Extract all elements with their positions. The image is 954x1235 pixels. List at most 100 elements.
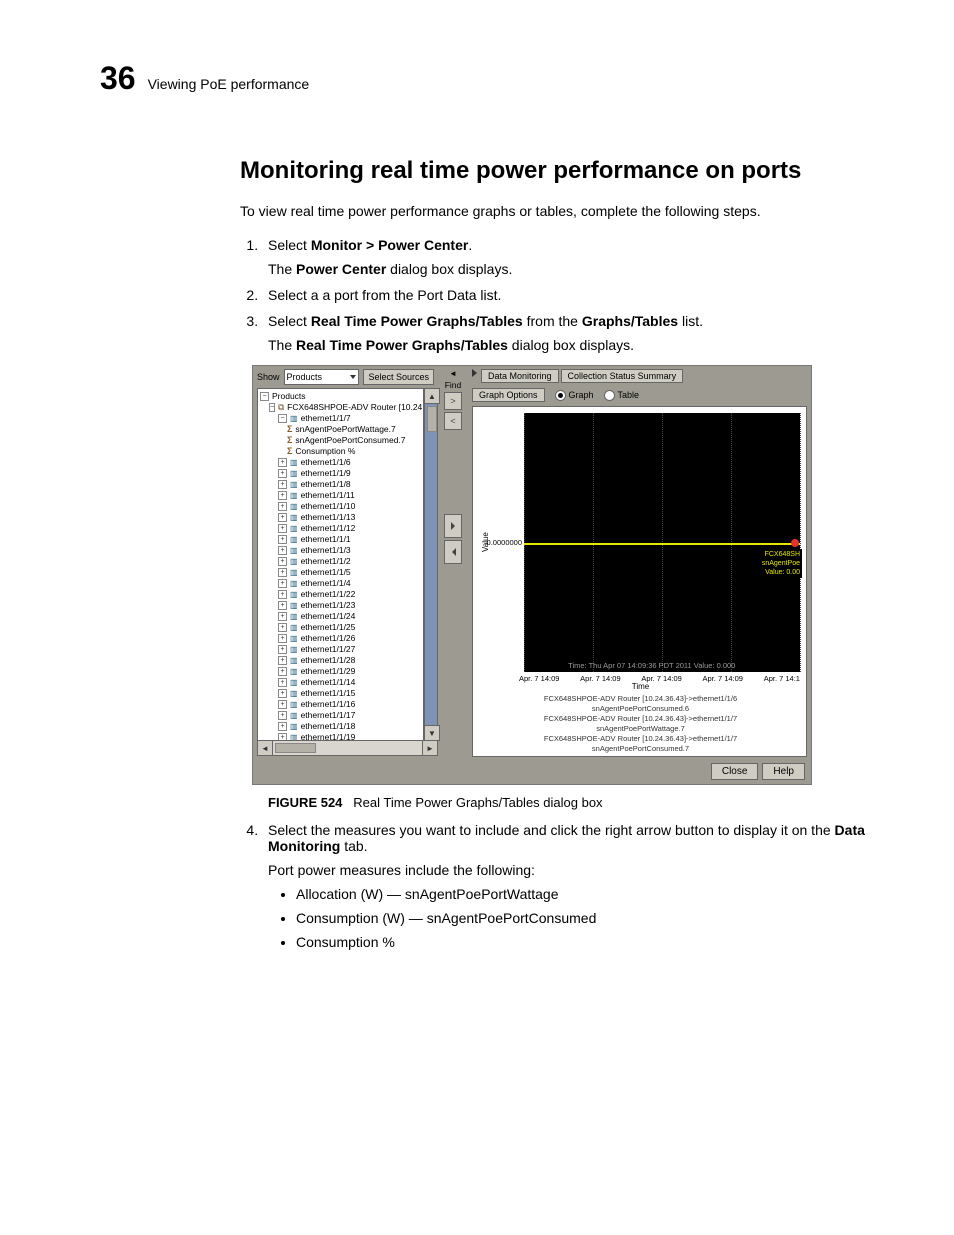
scroll-left-icon[interactable]: ◄	[257, 740, 273, 756]
expand-icon[interactable]	[472, 369, 477, 377]
tree-item[interactable]: ΣsnAgentPoePortWattage.7	[260, 424, 421, 435]
tree-item[interactable]: −Products	[260, 391, 421, 402]
tooltip-text: FCX648SH	[762, 550, 800, 559]
plus-icon[interactable]: +	[278, 678, 287, 687]
tree-item[interactable]: +▥ethernet1/1/24	[260, 611, 421, 622]
tree-item[interactable]: +▥ethernet1/1/15	[260, 688, 421, 699]
tree-item[interactable]: +▥ethernet1/1/26	[260, 633, 421, 644]
tree-item[interactable]: ΣsnAgentPoePortConsumed.7	[260, 435, 421, 446]
tree-item[interactable]: +▥ethernet1/1/6	[260, 457, 421, 468]
legend-item: FCX648SHPOE-ADV Router [10.24.36.43]->et…	[481, 694, 800, 704]
radio-graph[interactable]: Graph	[555, 390, 594, 401]
graph-options-button[interactable]: Graph Options	[472, 388, 545, 402]
tree-item[interactable]: +▥ethernet1/1/4	[260, 578, 421, 589]
tree-item[interactable]: +▥ethernet1/1/2	[260, 556, 421, 567]
port-icon: ▥	[290, 457, 298, 468]
port-icon: ▥	[290, 413, 298, 424]
chart-tooltip: FCX648SH snAgentPoe Value: 0.00	[760, 549, 802, 578]
plus-icon[interactable]: +	[278, 667, 287, 676]
step-text: dialog box displays.	[508, 337, 634, 353]
tree-item[interactable]: +▥ethernet1/1/10	[260, 501, 421, 512]
tree-item[interactable]: +▥ethernet1/1/13	[260, 512, 421, 523]
tree-item[interactable]: +▥ethernet1/1/28	[260, 655, 421, 666]
move-right-button[interactable]	[444, 514, 462, 538]
tree-item[interactable]: +▥ethernet1/1/25	[260, 622, 421, 633]
plus-icon[interactable]: +	[278, 579, 287, 588]
port-icon: ▥	[290, 567, 298, 578]
chart-plot[interactable]: FCX648SH snAgentPoe Value: 0.00 Time: Th…	[524, 413, 800, 672]
plus-icon[interactable]: +	[278, 524, 287, 533]
step-text: from the	[523, 313, 582, 329]
tab-collection-status[interactable]: Collection Status Summary	[561, 369, 684, 383]
plus-icon[interactable]: +	[278, 711, 287, 720]
tree-item[interactable]: +▥ethernet1/1/22	[260, 589, 421, 600]
plus-icon[interactable]: +	[278, 656, 287, 665]
tree-item[interactable]: +▥ethernet1/1/8	[260, 479, 421, 490]
tree-item[interactable]: −⧉FCX648SHPOE-ADV Router [10.24.36.4	[260, 402, 421, 413]
list-item: Allocation (W) — snAgentPoePortWattage	[296, 886, 874, 902]
tree-item[interactable]: +▥ethernet1/1/1	[260, 534, 421, 545]
plus-icon[interactable]: +	[278, 546, 287, 555]
port-icon: ▥	[290, 468, 298, 479]
help-button[interactable]: Help	[762, 763, 805, 780]
plus-icon[interactable]: +	[278, 513, 287, 522]
products-tree[interactable]: −Products−⧉FCX648SHPOE-ADV Router [10.24…	[257, 388, 424, 741]
plus-icon[interactable]: +	[278, 612, 287, 621]
tree-item[interactable]: +▥ethernet1/1/9	[260, 468, 421, 479]
plus-icon[interactable]: +	[278, 458, 287, 467]
minus-icon[interactable]: −	[278, 414, 287, 423]
plus-icon[interactable]: +	[278, 480, 287, 489]
find-prev-button[interactable]: <	[444, 412, 462, 430]
plus-icon[interactable]: +	[278, 557, 287, 566]
plus-icon[interactable]: +	[278, 502, 287, 511]
scroll-right-icon[interactable]: ►	[422, 740, 438, 756]
chart-area: Value 0.0000000	[472, 406, 807, 757]
plus-icon[interactable]: +	[278, 535, 287, 544]
tree-item[interactable]: +▥ethernet1/1/12	[260, 523, 421, 534]
move-left-button[interactable]	[444, 540, 462, 564]
plus-icon[interactable]: +	[278, 590, 287, 599]
step-bold: Graphs/Tables	[582, 313, 678, 329]
tree-item[interactable]: +▥ethernet1/1/16	[260, 699, 421, 710]
plus-icon[interactable]: +	[278, 689, 287, 698]
plus-icon[interactable]: +	[278, 469, 287, 478]
dialog-window: Show Products Select Sources −Products−⧉…	[252, 365, 812, 785]
step-2: Select a a port from the Port Data list.	[262, 287, 874, 303]
plus-icon[interactable]: +	[278, 700, 287, 709]
tree-item[interactable]: +▥ethernet1/1/18	[260, 721, 421, 732]
tree-item[interactable]: −▥ethernet1/1/7	[260, 413, 421, 424]
tree-item[interactable]: +▥ethernet1/1/3	[260, 545, 421, 556]
combo-text: Products	[287, 372, 323, 382]
plus-icon[interactable]: +	[278, 568, 287, 577]
tab-data-monitoring[interactable]: Data Monitoring	[481, 369, 559, 383]
tree-item[interactable]: ΣConsumption %	[260, 446, 421, 457]
step-text: .	[468, 237, 472, 253]
plus-icon[interactable]: +	[278, 623, 287, 632]
plus-icon[interactable]: +	[278, 601, 287, 610]
find-next-button[interactable]: >	[444, 392, 462, 410]
tree-item[interactable]: +▥ethernet1/1/11	[260, 490, 421, 501]
section-heading: Monitoring real time power performance o…	[240, 157, 874, 185]
minus-icon[interactable]: −	[269, 403, 275, 412]
minus-icon[interactable]: −	[260, 392, 269, 401]
plus-icon[interactable]: +	[278, 634, 287, 643]
tree-item[interactable]: +▥ethernet1/1/14	[260, 677, 421, 688]
close-button[interactable]: Close	[711, 763, 759, 780]
plus-icon[interactable]: +	[278, 491, 287, 500]
tree-item[interactable]: +▥ethernet1/1/23	[260, 600, 421, 611]
step-1: Select Monitor > Power Center. The Power…	[262, 237, 874, 277]
tree-item[interactable]: +▥ethernet1/1/29	[260, 666, 421, 677]
tree-vscrollbar[interactable]: ▲ ▼	[424, 388, 438, 741]
select-sources-button[interactable]: Select Sources	[363, 369, 434, 385]
steps-list: Select Monitor > Power Center. The Power…	[240, 237, 874, 950]
products-combo[interactable]: Products	[284, 369, 360, 385]
radio-table[interactable]: Table	[604, 390, 640, 401]
tree-item[interactable]: +▥ethernet1/1/17	[260, 710, 421, 721]
step-text: tab.	[340, 838, 367, 854]
tree-item[interactable]: +▥ethernet1/1/5	[260, 567, 421, 578]
plus-icon[interactable]: +	[278, 645, 287, 654]
plus-icon[interactable]: +	[278, 722, 287, 731]
collapse-icon[interactable]: ◄	[449, 369, 457, 378]
tree-item[interactable]: +▥ethernet1/1/27	[260, 644, 421, 655]
tree-hscrollbar[interactable]: ◄ ►	[257, 741, 438, 755]
